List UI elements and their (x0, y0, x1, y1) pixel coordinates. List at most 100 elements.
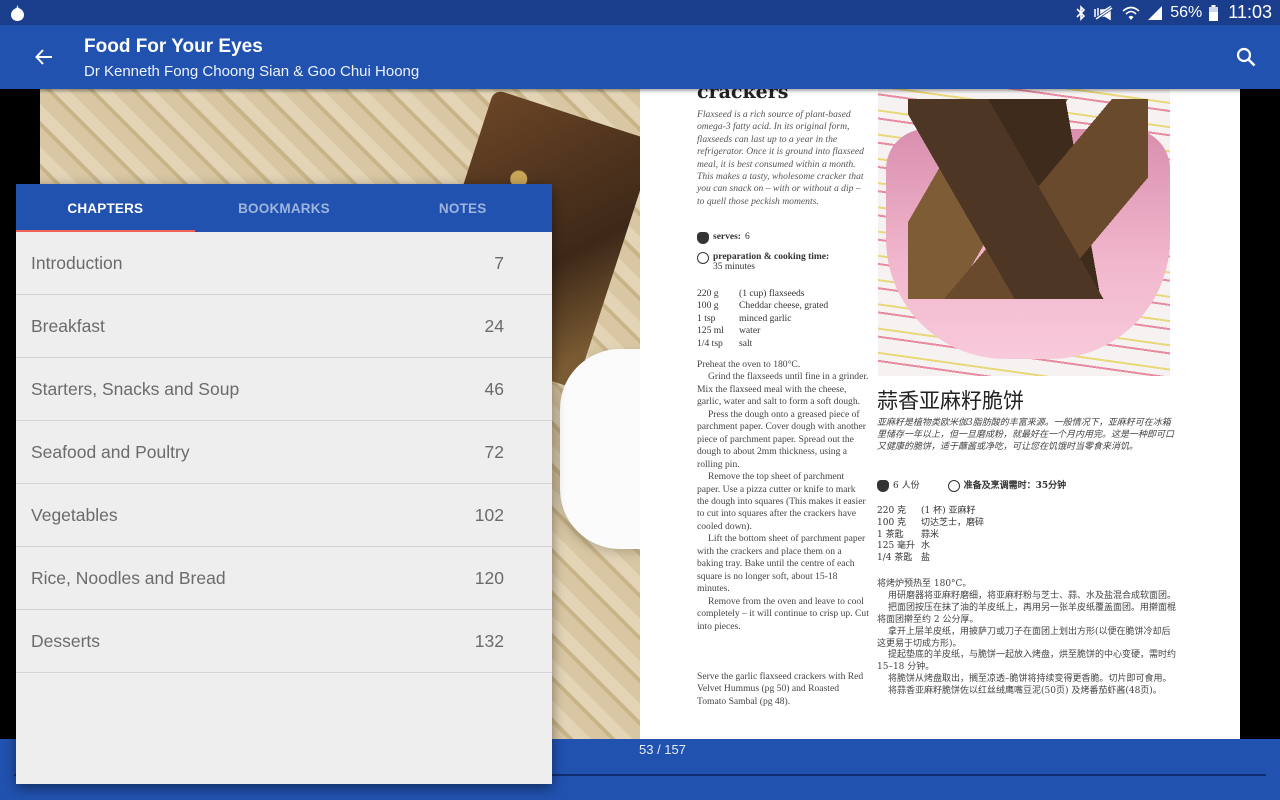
chapter-page: 120 (474, 567, 504, 588)
ingredients-list: 220 g (1 cup) flaxseeds 100 g Cheddar chee… (697, 288, 828, 350)
chapter-item[interactable]: Introduction 7 (16, 232, 552, 295)
ingredient-qty: 1/4 茶匙 (877, 553, 913, 564)
serves-label: serves: (713, 232, 741, 242)
method-step: Lift the bottom sheet of parchment paper… (697, 533, 866, 595)
method-step: Preheat the oven to 180°C. (697, 359, 801, 370)
recipe-title-chinese: 蒜香亚麻籽脆饼 (877, 389, 1024, 413)
ingredient-qty: 125 ml (697, 325, 724, 337)
ingredient-item: Cheddar cheese, grated (739, 300, 829, 312)
ingredient-item: 蒜米 (921, 529, 940, 540)
serving-note: Serve the garlic flaxseed crackers with … (697, 671, 864, 707)
serves-chinese: 6 人份 (877, 478, 920, 492)
recipe-intro-chinese: 亚麻籽是植物类欧米伽3脂肪酸的丰富来源。一般情况下，亚麻籽可在冰箱里储存一年以上… (877, 418, 1175, 452)
method-step: 将烤炉预热至 180°C。 (877, 579, 972, 589)
ingredient-item: salt (739, 337, 753, 349)
time-chinese-text: 准备及烹调需时：35分钟 (963, 481, 1067, 491)
reader-screen: 56% 11:03 Food For Your Eyes Dr Kenneth … (0, 0, 1280, 800)
recipe-title: crackers (697, 89, 789, 103)
chapter-list: Introduction 7 Breakfast 24 Starters, Snac… (16, 232, 552, 673)
ingredient-row: 220 g (1 cup) flaxseeds (697, 288, 828, 300)
ingredient-item: 水 (921, 541, 931, 552)
chapter-title: Desserts (31, 630, 101, 651)
panel-tabs: CHAPTERS BOOKMARKS NOTES (16, 184, 552, 232)
wifi-icon (1122, 6, 1140, 20)
chapter-item[interactable]: Desserts 132 (16, 610, 552, 673)
signal-icon (1148, 5, 1163, 20)
status-icons: 56% 11:03 (1076, 0, 1272, 25)
method-step: 拿开上层羊皮纸，用披萨刀或刀子在面团上划出方形(以便在脆饼冷却后这更易于切成方形… (877, 626, 1171, 649)
serves-chinese-text: 6 人份 (893, 481, 920, 491)
ingredient-item: minced garlic (739, 312, 792, 324)
ingredient-row: 1 茶匙 蒜米 (877, 530, 984, 542)
method-step: 将蒜香亚麻籽脆饼佐以红丝绒鹰嘴豆泥(50页) 及烤番茄虾酱(48页)。 (888, 686, 1162, 697)
chapter-page: 102 (474, 504, 504, 525)
chapter-title: Vegetables (31, 504, 118, 525)
bluetooth-icon (1076, 4, 1086, 21)
chapter-item[interactable]: Seafood and Poultry 72 (16, 421, 552, 484)
ingredient-qty: 1 tsp (697, 312, 716, 324)
ingredient-row: 1 tsp minced garlic (697, 313, 828, 325)
photo-crackers (908, 99, 1148, 299)
ingredient-item: (1 cup) flaxseeds (739, 288, 805, 299)
book-authors: Dr Kenneth Fong Choong Sian & Goo Chui H… (84, 63, 420, 80)
status-bar: 56% 11:03 (0, 0, 1280, 25)
recipe-intro: Flaxseed is a rich source of plant-based… (697, 109, 864, 207)
chapter-item[interactable]: Breakfast 24 (16, 295, 552, 358)
ingredient-row: 125 毫升水 (877, 541, 984, 553)
ingredient-row: 1/4 tsp salt (697, 338, 828, 350)
vibrate-icon (1094, 5, 1114, 20)
meta-row-chinese: 6 人份 准备及烹调需时：35分钟 (877, 478, 1066, 492)
chapter-title: Seafood and Poultry (31, 441, 190, 462)
ingredient-item: (1 杯) 亚麻籽 (921, 506, 976, 516)
serves-icon (697, 232, 709, 244)
method-step: 用研磨器将亚麻籽磨细，将亚麻籽粉与芝士、蒜、水及盐混合成软面团。 (888, 590, 1177, 601)
app-bar: Food For Your Eyes Dr Kenneth Fong Choon… (0, 25, 1280, 89)
method-step: Grind the flaxseeds until fine in a grin… (697, 371, 869, 408)
chapter-title: Breakfast (31, 315, 105, 336)
ingredient-row: 100 g Cheddar cheese, grated (697, 300, 828, 312)
method-step: Remove the top sheet of parchment paper.… (697, 471, 866, 532)
clock: 11:03 (1228, 2, 1272, 22)
back-button[interactable] (28, 41, 60, 73)
clock-icon (697, 252, 709, 264)
bowl-photo-detail (560, 349, 640, 549)
ingredient-qty: 125 毫升 (877, 541, 916, 552)
ingredient-qty: 1 茶匙 (877, 529, 904, 540)
chapter-page: 7 (494, 252, 504, 273)
tab-bookmarks[interactable]: BOOKMARKS (195, 184, 374, 232)
serves-icon (877, 479, 889, 492)
table-of-contents-panel: CHAPTERS BOOKMARKS NOTES Introduction 7 B… (16, 184, 552, 784)
book-title: Food For Your Eyes (84, 36, 263, 57)
ingredient-row: 125 ml water (697, 325, 828, 337)
time-chinese: 准备及烹调需时：35分钟 (947, 478, 1067, 492)
tab-notes[interactable]: NOTES (373, 184, 552, 232)
chapter-page: 24 (484, 315, 504, 336)
method-text: Preheat the oven to 180°C. Grind the fla… (697, 359, 869, 633)
ingredient-qty: 220 克 (877, 506, 907, 516)
ingredient-row: 1/4 茶匙盐 (877, 553, 984, 565)
chapter-title: Starters, Snacks and Soup (31, 378, 240, 399)
clock-icon (947, 479, 960, 492)
battery-icon (1209, 4, 1219, 21)
chapter-title: Rice, Noodles and Bread (31, 567, 226, 588)
search-button[interactable] (1232, 43, 1260, 71)
time-value: 35 minutes (713, 262, 755, 272)
chapter-item[interactable]: Vegetables 102 (16, 484, 552, 547)
ingredient-qty: 220 g (697, 288, 719, 299)
ingredient-qty: 100 克 (877, 517, 907, 528)
page-right-recipe: crackers Flaxseed is a rich source of pl… (640, 89, 1240, 740)
method-step: Remove from the oven and leave to cool c… (697, 595, 869, 632)
arrow-back-icon (35, 49, 52, 65)
tab-chapters[interactable]: CHAPTERS (16, 184, 195, 232)
chapter-page: 72 (484, 441, 504, 462)
search-icon (1236, 47, 1256, 67)
serves-value: 6 (744, 232, 750, 242)
ingredient-qty: 1/4 tsp (697, 337, 723, 349)
ingredient-item: water (739, 325, 761, 337)
ingredient-item: 切达芝士，磨碎 (921, 517, 985, 528)
chapter-page: 46 (484, 378, 504, 399)
chapter-item[interactable]: Rice, Noodles and Bread 120 (16, 547, 552, 610)
chapter-item[interactable]: Starters, Snacks and Soup 46 (16, 358, 552, 421)
recipe-photo (878, 89, 1170, 376)
ingredient-qty: 100 g (697, 300, 719, 312)
